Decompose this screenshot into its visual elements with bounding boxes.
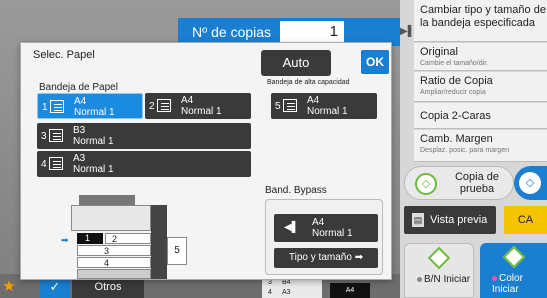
- tray-type: Normal 1: [74, 107, 115, 118]
- preview-label: Vista previa: [430, 214, 488, 226]
- margin-title: Camb. Margen: [420, 133, 493, 145]
- bypass-tray-label: Band. Bypass: [265, 185, 327, 196]
- sample-copy-label: Copia de prueba: [454, 171, 500, 195]
- machine-tray-1: 1: [77, 233, 103, 244]
- machine-body: [71, 205, 151, 231]
- color-sample-button[interactable]: ◇: [514, 166, 547, 200]
- change-tray-label: Cambiar tipo y tamaño de la bandeja espe…: [420, 4, 546, 29]
- tray-size: A3: [73, 153, 86, 164]
- copies-input[interactable]: 1: [280, 21, 344, 43]
- machine-scanner: [79, 195, 135, 205]
- start-diamond-icon: [502, 245, 526, 269]
- clear-all-button[interactable]: CA: [504, 206, 547, 234]
- copy-ratio-button[interactable]: Ratio de Copia Ampliar/reducir copia: [414, 72, 547, 102]
- tray-number: 1: [42, 102, 48, 113]
- bypass-type: Normal 1: [312, 228, 353, 239]
- tray-icon: [283, 99, 297, 112]
- tray-2-button[interactable]: 2 A4 Normal 1: [145, 93, 251, 119]
- expand-panel-icon[interactable]: ▶▌: [400, 22, 415, 42]
- tray-size: B3: [73, 125, 86, 136]
- tray-4-button[interactable]: 4 A3 Normal 1: [37, 151, 251, 177]
- paper-size-mini: A4: [330, 283, 370, 298]
- tray-size: A4: [181, 95, 194, 106]
- copy-ratio-title: Ratio de Copia: [420, 75, 493, 87]
- machine-side-unit: [151, 205, 167, 279]
- original-title: Original: [420, 46, 458, 58]
- machine-base: [77, 269, 151, 279]
- machine-tray-3: 3: [77, 245, 151, 256]
- tray-icon: [50, 100, 64, 113]
- paper-select-dialog: Selec. Papel Auto OK Bandeja de Papel Ba…: [20, 42, 392, 280]
- sample-copy-button[interactable]: ◇ Copia de prueba: [404, 166, 514, 200]
- high-capacity-tray-label: Bandeja de alta capacidad: [267, 79, 350, 86]
- start-diamond-icon: [427, 246, 451, 270]
- tray-3-button[interactable]: 3 B3 Normal 1: [37, 123, 251, 149]
- color-start-label: Color Iniciar: [492, 273, 523, 295]
- arrow-right-icon: ➡: [354, 252, 364, 263]
- tray-icon: [157, 99, 171, 112]
- start-diamond-icon: ◇: [415, 173, 437, 195]
- tray-type: Normal 1: [181, 106, 222, 117]
- bypass-tray-button[interactable]: ◀▌ A4 Normal 1: [274, 214, 378, 242]
- tray-size: A4: [307, 95, 320, 106]
- bw-start-button[interactable]: B/N Iniciar: [404, 243, 474, 298]
- change-tray-type-size-button[interactable]: Cambiar tipo y tamaño de la bandeja espe…: [414, 0, 547, 42]
- machine-diagram: 5 ➡ 1 2 3 4: [61, 195, 221, 279]
- original-button[interactable]: Original Cambie el tamaño/dir.: [414, 43, 547, 71]
- paper-tray-section-label: Bandeja de Papel: [39, 82, 118, 93]
- type-size-button[interactable]: Tipo y tamaño ➡: [274, 248, 378, 268]
- machine-tray-4: 4: [77, 257, 151, 268]
- tray-icon: [49, 157, 63, 170]
- tray-type: Normal 1: [307, 106, 348, 117]
- tray-number: 2: [149, 101, 155, 112]
- others-button[interactable]: Otros: [72, 277, 144, 298]
- bypass-tray-group: ◀▌ A4 Normal 1 Tipo y tamaño ➡: [265, 199, 383, 275]
- tray-type: Normal 1: [73, 136, 114, 147]
- original-subtitle: Cambie el tamaño/dir.: [420, 60, 489, 67]
- machine-tray-5: 5: [167, 237, 187, 265]
- preview-icon: ▤: [412, 213, 424, 227]
- tray-number: 5: [275, 101, 281, 112]
- bypass-tray-icon: ◀▌: [284, 222, 299, 233]
- tray-type: Normal 1: [73, 164, 114, 175]
- tray-icon: [49, 129, 63, 142]
- two-sided-copy-button[interactable]: Copia 2-Caras: [414, 103, 547, 129]
- dialog-title: Selec. Papel: [33, 49, 95, 61]
- ok-button[interactable]: OK: [361, 50, 389, 74]
- selected-tray-arrow-icon: ➡: [61, 235, 69, 245]
- tray-size: A4: [74, 96, 87, 107]
- preview-button[interactable]: ▤ Vista previa: [404, 206, 496, 234]
- start-diamond-icon: ◇: [519, 172, 541, 194]
- color-start-button[interactable]: Color Iniciar: [480, 243, 547, 298]
- copy-ratio-subtitle: Ampliar/reducir copia: [420, 89, 486, 96]
- bw-start-label: B/N Iniciar: [417, 274, 470, 285]
- copies-label: Nº de copias: [192, 24, 272, 40]
- tray-5-button[interactable]: 5 A4 Normal 1: [271, 93, 377, 119]
- machine-tray-2: 2: [105, 233, 151, 244]
- favorite-star-icon[interactable]: ★: [0, 275, 18, 298]
- tray-status-row: 4 A3: [268, 289, 291, 296]
- two-sided-label: Copia 2-Caras: [420, 110, 491, 122]
- bypass-size: A4: [312, 217, 325, 228]
- margin-shift-button[interactable]: Camb. Margen Desplaz. posic. para margen: [414, 130, 547, 162]
- tray-1-button[interactable]: 1 A4 Normal 1: [37, 93, 143, 119]
- margin-subtitle: Desplaz. posic. para margen: [420, 147, 510, 154]
- tray-number: 3: [41, 131, 47, 142]
- tray-status-mini: 3 B4 4 A3: [262, 278, 322, 298]
- auto-button[interactable]: Auto: [261, 50, 331, 76]
- tray-number: 4: [41, 159, 47, 170]
